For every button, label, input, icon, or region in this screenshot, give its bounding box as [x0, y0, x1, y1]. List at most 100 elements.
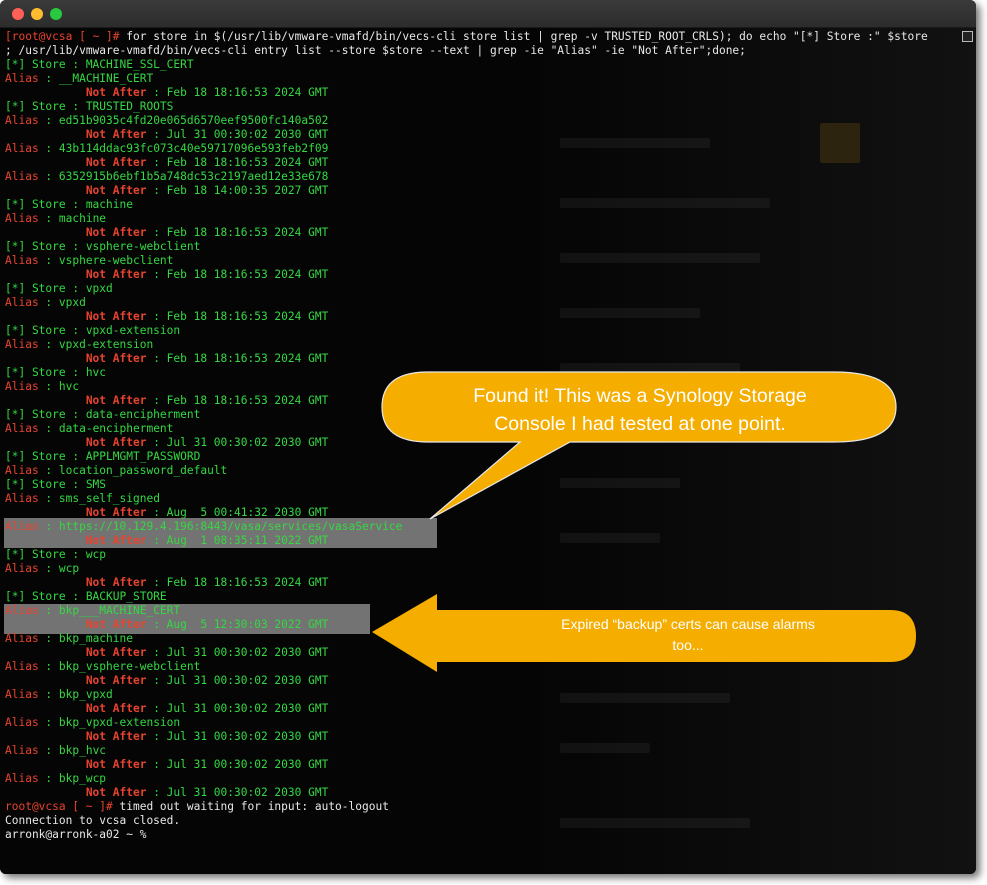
- minimize-button[interactable]: [31, 8, 43, 20]
- terminal-segment: Not After: [5, 128, 147, 141]
- terminal-line: Not After : Aug 5 00:41:32 2030 GMT: [5, 506, 329, 520]
- terminal-segment: Alias: [5, 660, 39, 673]
- terminal-segment: : bkp_vpxd-extension: [38, 716, 181, 729]
- terminal-line: Not After : Aug 1 08:35:11 2022 GMT: [5, 534, 329, 548]
- terminal-segment: Not After: [5, 184, 147, 197]
- terminal-segment: [*] Store : vpxd: [5, 282, 113, 295]
- zoom-button[interactable]: [50, 8, 62, 20]
- terminal-segment: : Aug 1 08:35:11 2022 GMT: [146, 534, 329, 547]
- terminal-segment: : Jul 31 00:30:02 2030 GMT: [146, 128, 329, 141]
- terminal-segment: Not After: [5, 506, 147, 519]
- terminal-segment: Not After: [5, 436, 147, 449]
- terminal-line: Not After : Jul 31 00:30:02 2030 GMT: [5, 646, 329, 660]
- terminal-line: Alias : bkp_vsphere-webclient: [5, 660, 200, 674]
- terminal-line: Not After : Feb 18 18:16:53 2024 GMT: [5, 352, 329, 366]
- terminal-line: [*] Store : BACKUP_STORE: [5, 590, 167, 604]
- terminal-segment: : machine: [38, 212, 107, 225]
- terminal-segment: : bkp_vsphere-webclient: [38, 660, 201, 673]
- terminal-segment: [*] Store : TRUSTED_ROOTS: [5, 100, 174, 113]
- terminal-segment: : bkp_hvc: [38, 744, 107, 757]
- terminal-line: Not After : Jul 31 00:30:02 2030 GMT: [5, 730, 329, 744]
- callout-backup-line1: Expired “backup” certs can cause alarms: [561, 616, 815, 632]
- terminal-segment: root@vcsa: [5, 800, 73, 813]
- terminal-segment: [*] Store : MACHINE_SSL_CERT: [5, 58, 194, 71]
- terminal-segment: : Jul 31 00:30:02 2030 GMT: [146, 758, 329, 771]
- terminal-segment: Not After: [5, 156, 147, 169]
- terminal-segment: : 43b114ddac93fc073c40e59717096e593feb2f…: [38, 142, 329, 155]
- terminal-segment: Alias: [5, 114, 39, 127]
- terminal-segment: for store in $(/usr/lib/vmware-vmafd/bin…: [126, 30, 928, 43]
- terminal-line: Not After : Jul 31 00:30:02 2030 GMT: [5, 786, 329, 800]
- terminal-segment: : 6352915b6ebf1b5a748dc53c2197aed12e33e6…: [38, 170, 329, 183]
- terminal-segment: Alias: [5, 772, 39, 785]
- terminal-segment: Not After: [5, 674, 147, 687]
- terminal-line: [*] Store : TRUSTED_ROOTS: [5, 100, 173, 114]
- terminal-segment: : Feb 18 18:16:53 2024 GMT: [146, 352, 329, 365]
- terminal-segment: Alias: [5, 212, 39, 225]
- terminal-line: Connection to vcsa closed.: [5, 814, 180, 828]
- terminal-line: Alias : vpxd-extension: [5, 338, 153, 352]
- terminal-line: arronk@arronk-a02 ~ %: [5, 828, 153, 842]
- terminal-line: Alias : __MACHINE_CERT: [5, 72, 153, 86]
- terminal-segment: : hvc: [38, 380, 80, 393]
- terminal-line: Not After : Jul 31 00:30:02 2030 GMT: [5, 702, 329, 716]
- terminal-segment: : wcp: [38, 562, 80, 575]
- terminal-line: Alias : sms_self_signed: [5, 492, 160, 506]
- close-button[interactable]: [12, 8, 24, 20]
- terminal-segment: : vpxd-extension: [38, 338, 154, 351]
- terminal-segment: Not After: [5, 86, 147, 99]
- terminal-segment: : Jul 31 00:30:02 2030 GMT: [146, 702, 329, 715]
- terminal-segment: [*] Store : machine: [5, 198, 133, 211]
- terminal-output[interactable]: [root@vcsa [ ~ ]# for store in $(/usr/li…: [0, 28, 976, 874]
- terminal-segment: [*] Store : SMS: [5, 478, 107, 491]
- terminal-line: Alias : bkp___MACHINE_CERT: [5, 604, 180, 618]
- terminal-line: Not After : Jul 31 00:30:02 2030 GMT: [5, 674, 329, 688]
- terminal-line: Alias : 6352915b6ebf1b5a748dc53c2197aed1…: [5, 170, 328, 184]
- terminal-segment: Alias: [5, 716, 39, 729]
- terminal-segment: [*] Store : APPLMGMT_PASSWORD: [5, 450, 201, 463]
- terminal-segment: : Feb 18 14:00:35 2027 GMT: [146, 184, 329, 197]
- terminal-segment: : bkp_vpxd: [38, 688, 113, 701]
- terminal-line: Alias : data-encipherment: [5, 422, 173, 436]
- terminal-segment: Not After: [5, 618, 147, 631]
- terminal-segment: Alias: [5, 170, 39, 183]
- terminal-line: Not After : Jul 31 00:30:02 2030 GMT: [5, 436, 329, 450]
- terminal-line: Alias : https://10.129.4.196:8443/vasa/s…: [5, 520, 402, 534]
- callout-backup-line2: too...: [672, 637, 704, 653]
- terminal-line: Not After : Jul 31 00:30:02 2030 GMT: [5, 758, 329, 772]
- terminal-line: Not After : Feb 18 18:16:53 2024 GMT: [5, 394, 329, 408]
- terminal-segment: Alias: [5, 744, 39, 757]
- terminal-line: Not After : Feb 18 18:16:53 2024 GMT: [5, 226, 329, 240]
- scrollbar-icon[interactable]: [962, 31, 973, 42]
- terminal-line: [*] Store : APPLMGMT_PASSWORD: [5, 450, 200, 464]
- terminal-line: Alias : bkp_vpxd-extension: [5, 716, 180, 730]
- terminal-segment: [root@vcsa: [5, 30, 80, 43]
- terminal-segment: Alias: [5, 296, 39, 309]
- background-ghost-window: [540, 28, 976, 874]
- terminal-line: Alias : machine: [5, 212, 106, 226]
- terminal-line: Alias : location_password_default: [5, 464, 227, 478]
- terminal-segment: [*] Store : BACKUP_STORE: [5, 590, 167, 603]
- terminal-segment: Alias: [5, 142, 39, 155]
- terminal-segment: Alias: [5, 72, 39, 85]
- terminal-segment: Not After: [5, 226, 147, 239]
- terminal-segment: : ed51b9035c4fd20e065d6570eef9500fc140a5…: [38, 114, 329, 127]
- terminal-segment: : Jul 31 00:30:02 2030 GMT: [146, 730, 329, 743]
- callout-found-line2: Console I had tested at one point.: [494, 413, 786, 435]
- terminal-line: ; /usr/lib/vmware-vmafd/bin/vecs-cli ent…: [5, 44, 746, 58]
- terminal-segment: arronk@arronk-a02 ~ %: [5, 828, 154, 841]
- terminal-segment: : Feb 18 18:16:53 2024 GMT: [146, 394, 329, 407]
- terminal-line: [*] Store : MACHINE_SSL_CERT: [5, 58, 194, 72]
- terminal-segment: : Feb 18 18:16:53 2024 GMT: [146, 576, 329, 589]
- terminal-segment: Connection to vcsa closed.: [5, 814, 181, 827]
- terminal-segment: [*] Store : vsphere-webclient: [5, 240, 201, 253]
- terminal-line: [root@vcsa [ ~ ]# for store in $(/usr/li…: [5, 30, 928, 44]
- terminal-line: [*] Store : vpxd-extension: [5, 324, 180, 338]
- terminal-segment: Not After: [5, 646, 147, 659]
- terminal-segment: [ ~ ]#: [79, 30, 127, 43]
- terminal-line: Alias : 43b114ddac93fc073c40e59717096e59…: [5, 142, 328, 156]
- terminal-segment: : Feb 18 18:16:53 2024 GMT: [146, 86, 329, 99]
- title-bar: [0, 0, 976, 28]
- terminal-line: Not After : Feb 18 18:16:53 2024 GMT: [5, 86, 329, 100]
- terminal-segment: Not After: [5, 786, 147, 799]
